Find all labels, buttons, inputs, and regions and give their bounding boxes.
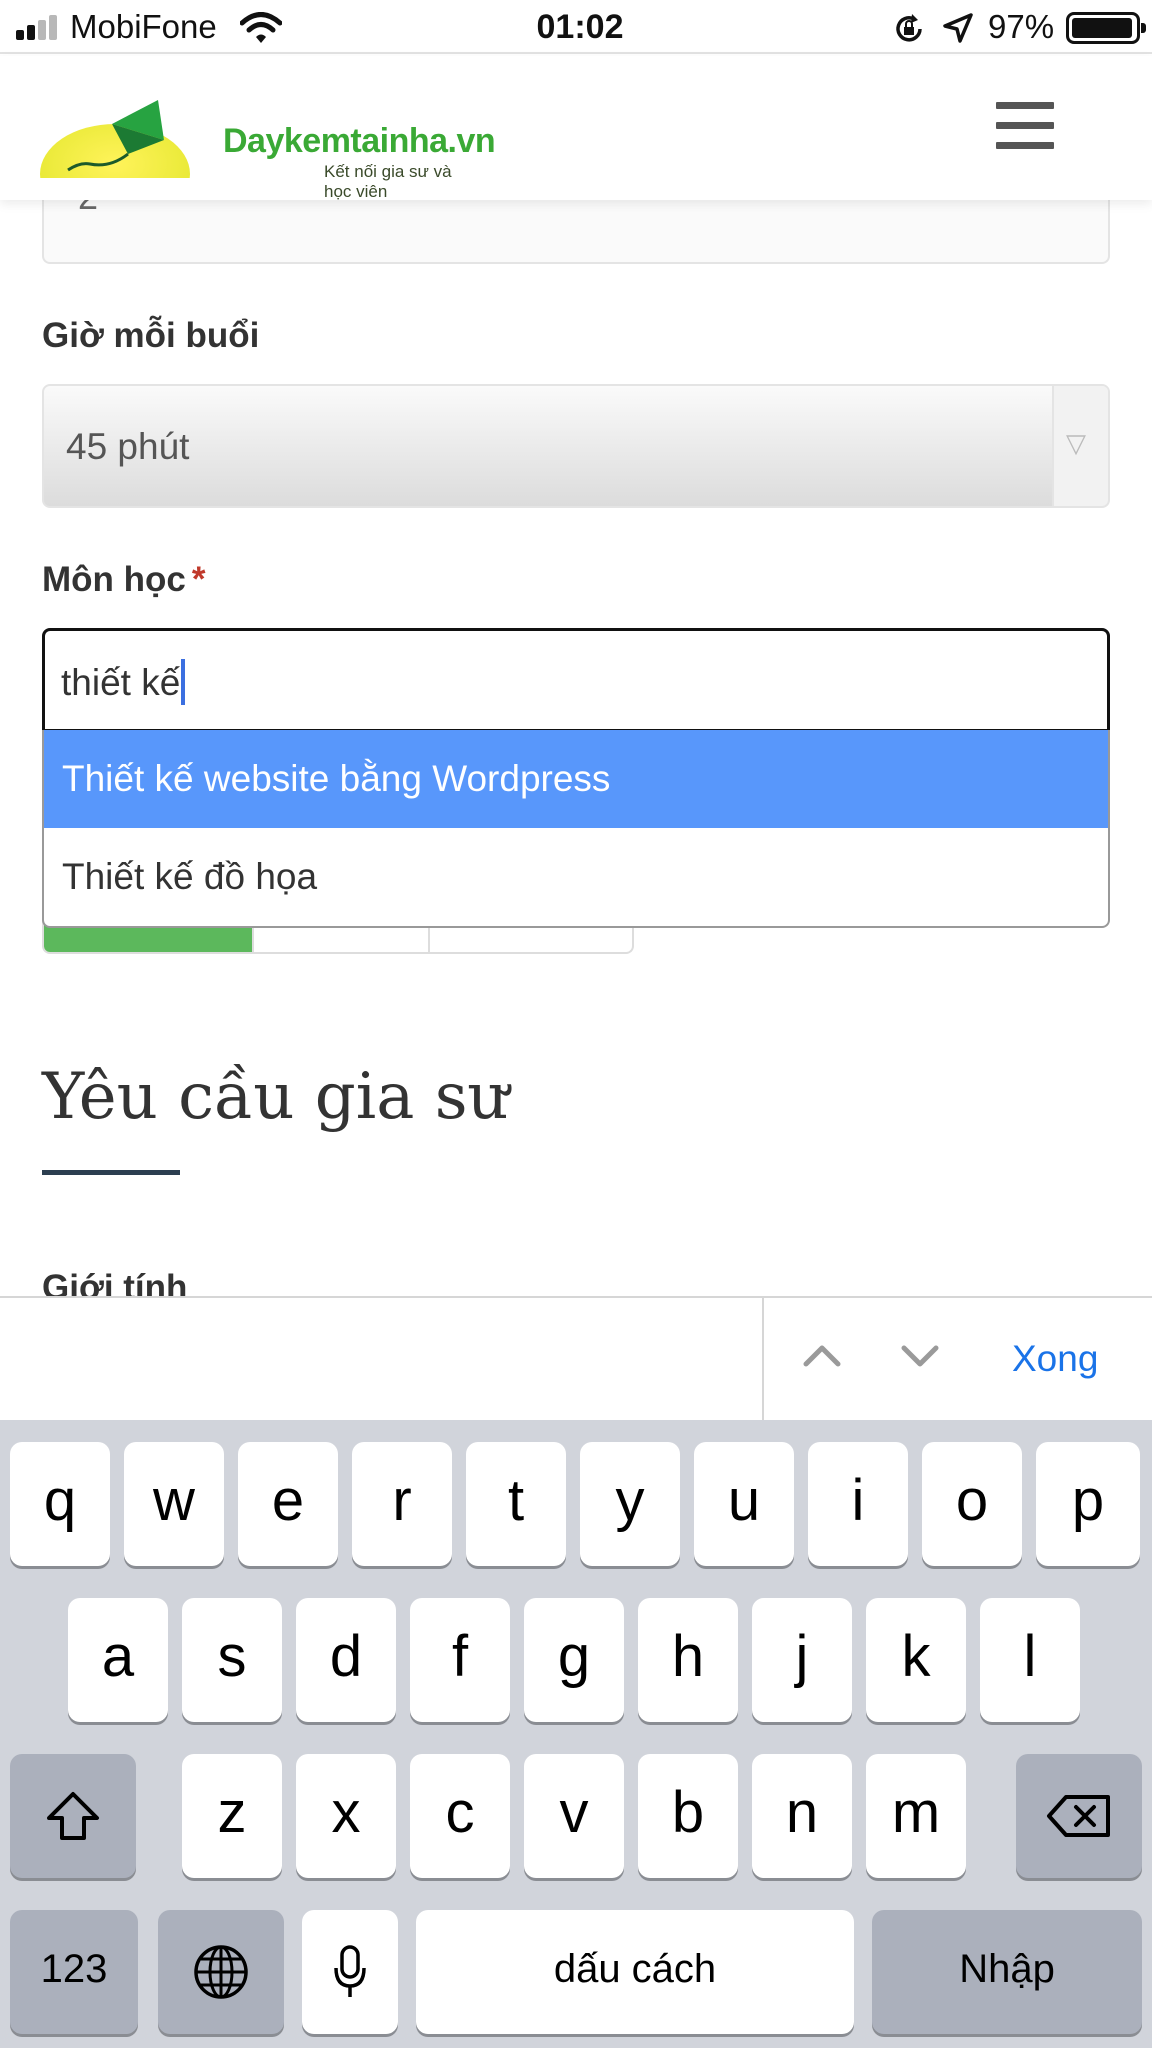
menu-hamburger-icon[interactable] — [996, 102, 1056, 152]
done-button[interactable]: Xong — [1012, 1338, 1098, 1380]
key-q[interactable]: q — [10, 1442, 110, 1566]
suggestion-item-wordpress[interactable]: Thiết kế website bằng Wordpress — [44, 730, 1108, 828]
required-marker: * — [191, 560, 206, 599]
gender-label: Giới tính — [42, 1268, 188, 1296]
duration-selected-value: 45 phút — [66, 426, 190, 467]
key-e[interactable]: e — [238, 1442, 338, 1566]
backspace-icon — [1047, 1795, 1110, 1837]
key-f[interactable]: f — [410, 1598, 510, 1722]
accessory-divider — [762, 1298, 764, 1422]
subject-label: Môn học * — [42, 560, 206, 600]
subject-label-text: Môn học — [42, 560, 186, 599]
key-c[interactable]: c — [410, 1754, 510, 1878]
subject-typed-text: thiết kế — [61, 659, 186, 705]
key-y[interactable]: y — [580, 1442, 680, 1566]
site-header: Daykemtainha.vn Kết nối gia sư và học vi… — [0, 56, 1152, 201]
logo-name: Daykemtainha.vn — [223, 122, 496, 160]
globe-icon — [194, 1945, 248, 1999]
onscreen-keyboard: q w e r t y u i o p a s d f g h j k l z … — [0, 1420, 1152, 2048]
key-l[interactable]: l — [980, 1598, 1080, 1722]
key-z[interactable]: z — [182, 1754, 282, 1878]
subject-typed-value: thiết kế — [61, 662, 181, 703]
dictation-key[interactable] — [302, 1910, 398, 2034]
subject-search-input[interactable]: thiết kế — [42, 628, 1110, 732]
key-x[interactable]: x — [296, 1754, 396, 1878]
key-h[interactable]: h — [638, 1598, 738, 1722]
logo-tagline: Kết nối gia sư và học viên — [324, 162, 452, 201]
duration-label: Giờ mỗi buổi — [42, 316, 260, 355]
key-t[interactable]: t — [466, 1442, 566, 1566]
microphone-icon — [334, 1945, 366, 1997]
key-w[interactable]: w — [124, 1442, 224, 1566]
keyboard-accessory-bar: Xong — [0, 1296, 1152, 1422]
key-u[interactable]: u — [694, 1442, 794, 1566]
section-underline — [42, 1170, 180, 1175]
space-key[interactable]: dấu cách — [416, 1910, 854, 2034]
site-logo[interactable]: Daykemtainha.vn Kết nối gia sư và học vi… — [40, 86, 496, 201]
key-j[interactable]: j — [752, 1598, 852, 1722]
shift-arrow-icon — [47, 1792, 99, 1840]
previous-field-chevron-up-icon[interactable] — [800, 1334, 844, 1378]
section-title: Yêu cầu gia sư — [42, 1060, 509, 1134]
chevron-down-icon: ▽ — [1066, 428, 1086, 458]
text-caret — [181, 659, 186, 705]
globe-key[interactable] — [158, 1910, 284, 2034]
key-r[interactable]: r — [352, 1442, 452, 1566]
key-d[interactable]: d — [296, 1598, 396, 1722]
numbers-key[interactable]: 123 — [10, 1910, 138, 2034]
select-arrow-box: ▽ — [1052, 386, 1108, 506]
subject-suggestions-dropdown: Thiết kế website bằng Wordpress Thiết kế… — [42, 730, 1110, 928]
return-key[interactable]: Nhập — [872, 1910, 1142, 2034]
key-n[interactable]: n — [752, 1754, 852, 1878]
key-i[interactable]: i — [808, 1442, 908, 1566]
key-g[interactable]: g — [524, 1598, 624, 1722]
key-p[interactable]: p — [1036, 1442, 1140, 1566]
key-m[interactable]: m — [866, 1754, 966, 1878]
key-b[interactable]: b — [638, 1754, 738, 1878]
backspace-key[interactable] — [1016, 1754, 1142, 1878]
key-k[interactable]: k — [866, 1598, 966, 1722]
key-a[interactable]: a — [68, 1598, 168, 1722]
key-o[interactable]: o — [922, 1442, 1022, 1566]
kite-logo-icon — [40, 100, 220, 186]
shift-key[interactable] — [10, 1754, 136, 1878]
key-s[interactable]: s — [182, 1598, 282, 1722]
suggestion-item-graphic-design[interactable]: Thiết kế đồ họa — [44, 828, 1108, 926]
key-v[interactable]: v — [524, 1754, 624, 1878]
duration-select[interactable]: 45 phút ▽ — [42, 384, 1110, 508]
next-field-chevron-down-icon[interactable] — [898, 1334, 942, 1378]
